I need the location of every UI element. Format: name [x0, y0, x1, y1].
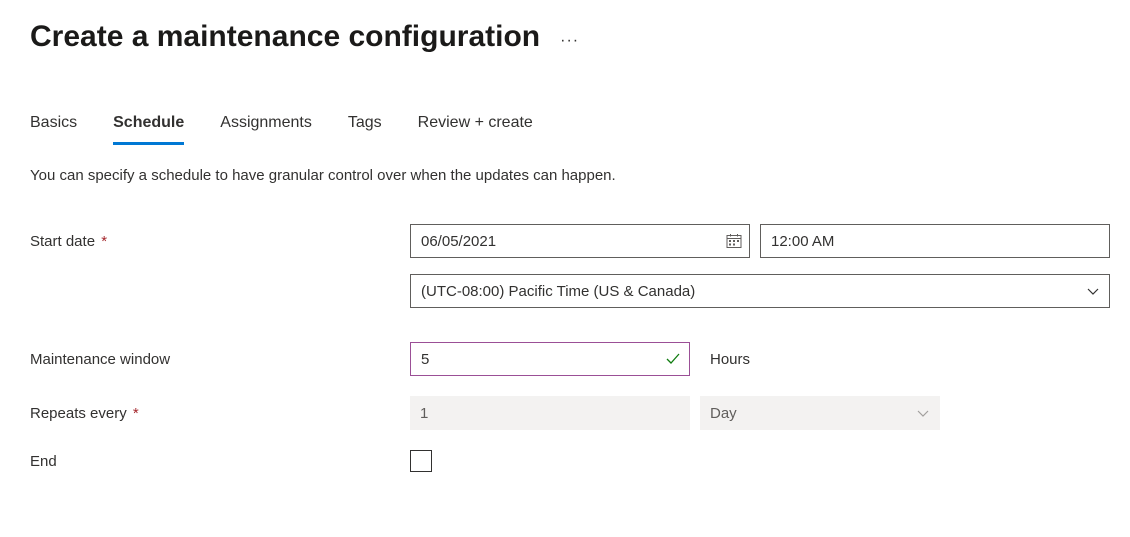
start-time-input[interactable] — [760, 224, 1110, 258]
maintenance-window-unit: Hours — [700, 351, 750, 368]
tab-description: You can specify a schedule to have granu… — [30, 167, 1100, 184]
tab-schedule[interactable]: Schedule — [113, 114, 184, 145]
end-label: End — [30, 453, 410, 470]
repeats-unit-select[interactable] — [700, 396, 940, 430]
start-date-label: Start date * — [30, 233, 410, 250]
more-icon[interactable]: ··· — [560, 24, 579, 50]
start-date-input[interactable] — [410, 224, 750, 258]
maintenance-window-input[interactable] — [410, 342, 690, 376]
tab-review-create[interactable]: Review + create — [418, 114, 533, 145]
repeats-value-input[interactable] — [410, 396, 690, 430]
tab-assignments[interactable]: Assignments — [220, 114, 312, 145]
tab-tags[interactable]: Tags — [348, 114, 382, 145]
maintenance-window-label: Maintenance window — [30, 351, 410, 368]
tabs: Basics Schedule Assignments Tags Review … — [30, 114, 1100, 145]
required-indicator: * — [97, 233, 107, 250]
page-title: Create a maintenance configuration — [30, 20, 540, 54]
end-checkbox[interactable] — [410, 450, 432, 472]
repeats-label: Repeats every * — [30, 405, 410, 422]
required-indicator: * — [129, 405, 139, 422]
tab-basics[interactable]: Basics — [30, 114, 77, 145]
timezone-select[interactable] — [410, 274, 1110, 308]
